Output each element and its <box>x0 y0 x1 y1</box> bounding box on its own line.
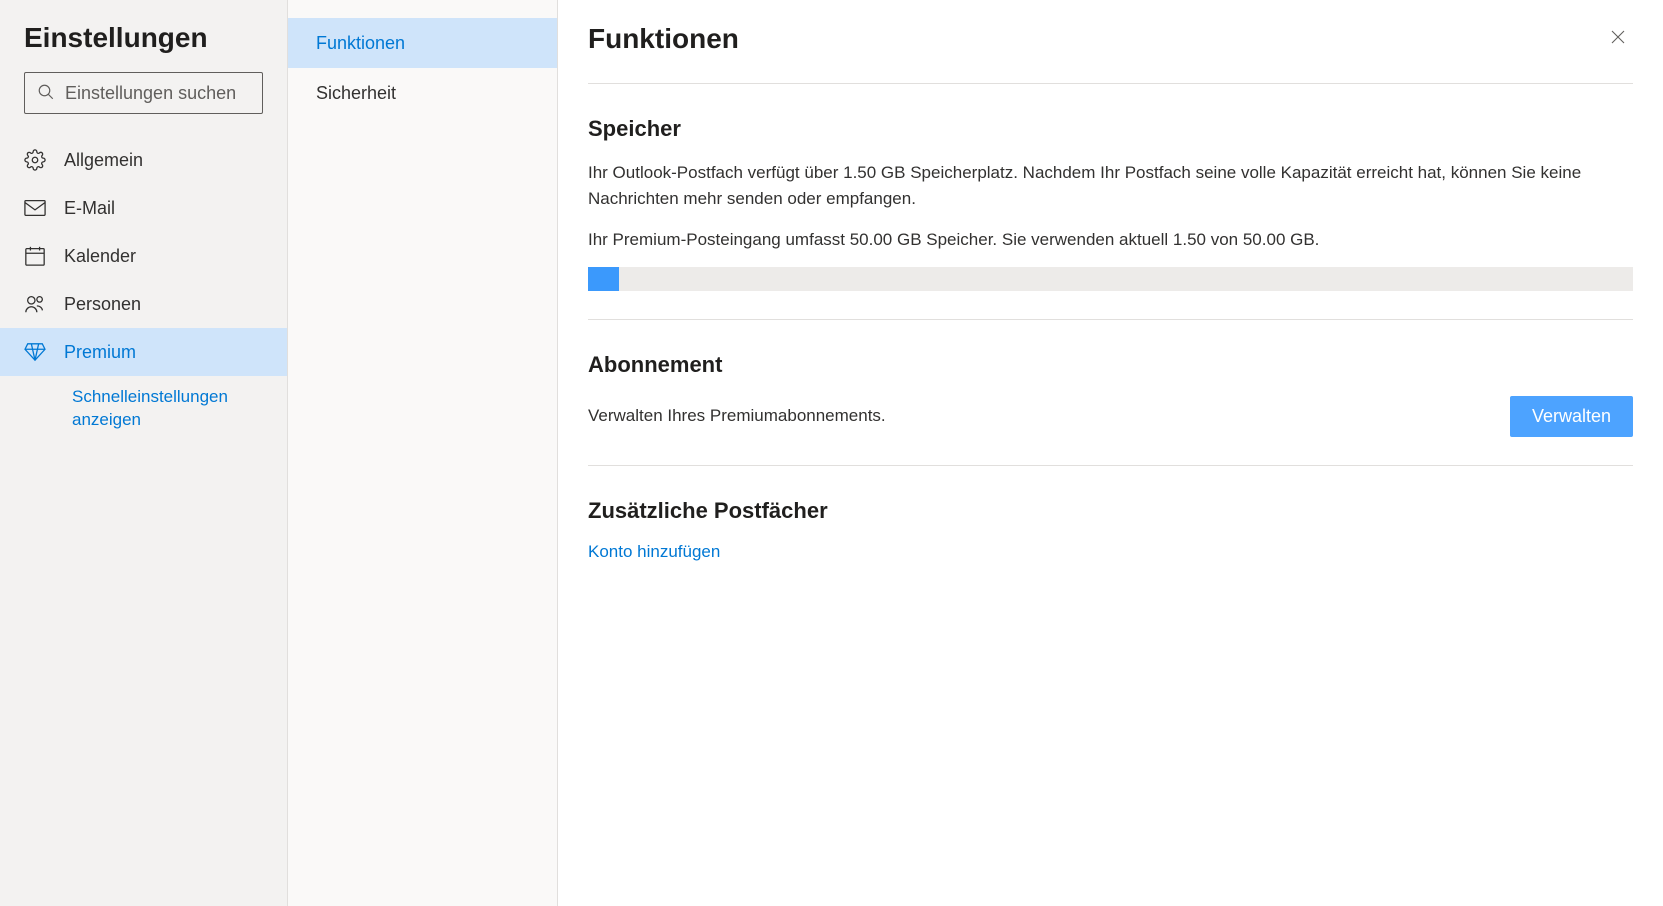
subnav-item-label: Funktionen <box>316 33 405 54</box>
subscription-section: Abonnement Verwalten Ihres Premiumabonne… <box>588 320 1633 466</box>
add-account-link[interactable]: Konto hinzufügen <box>588 542 720 561</box>
search-icon <box>37 83 55 104</box>
sidebar-item-label: E-Mail <box>64 198 115 219</box>
sidebar-item-email[interactable]: E-Mail <box>0 184 287 232</box>
storage-progress-bar <box>588 267 1633 291</box>
diamond-icon <box>24 342 46 362</box>
storage-heading: Speicher <box>588 116 1633 142</box>
people-icon <box>24 293 46 315</box>
subscription-heading: Abonnement <box>588 352 1633 378</box>
sidebar-item-general[interactable]: Allgemein <box>0 136 287 184</box>
subnav-item-security[interactable]: Sicherheit <box>288 68 557 118</box>
storage-progress-fill <box>588 267 619 291</box>
subnav-item-label: Sicherheit <box>316 83 396 104</box>
subnav-item-features[interactable]: Funktionen <box>288 18 557 68</box>
sidebar-title: Einstellungen <box>0 22 287 72</box>
sidebar-item-people[interactable]: Personen <box>0 280 287 328</box>
sidebar-item-calendar[interactable]: Kalender <box>0 232 287 280</box>
close-button[interactable] <box>1603 22 1633 55</box>
manage-subscription-button[interactable]: Verwalten <box>1510 396 1633 437</box>
mailboxes-section: Zusätzliche Postfächer Konto hinzufügen <box>588 466 1633 590</box>
gear-icon <box>24 149 46 171</box>
settings-search[interactable] <box>24 72 263 114</box>
search-input[interactable] <box>65 83 250 104</box>
subscription-text: Verwalten Ihres Premiumabonnements. <box>588 403 886 429</box>
premium-subnav: Funktionen Sicherheit <box>288 0 558 906</box>
storage-section: Speicher Ihr Outlook-Postfach verfügt üb… <box>588 84 1633 320</box>
sidebar-item-label: Kalender <box>64 246 136 267</box>
settings-sidebar: Einstellungen Allgemein <box>0 0 288 906</box>
sidebar-item-label: Premium <box>64 342 136 363</box>
storage-text-2: Ihr Premium-Posteingang umfasst 50.00 GB… <box>588 227 1633 253</box>
main-content: Funktionen Speicher Ihr Outlook-Postfach… <box>558 0 1663 906</box>
calendar-icon <box>24 245 46 267</box>
sidebar-item-premium[interactable]: Premium <box>0 328 287 376</box>
mailboxes-heading: Zusätzliche Postfächer <box>588 498 1633 524</box>
page-title: Funktionen <box>588 23 739 55</box>
storage-text-1: Ihr Outlook-Postfach verfügt über 1.50 G… <box>588 160 1633 213</box>
close-icon <box>1609 28 1627 49</box>
sidebar-item-label: Personen <box>64 294 141 315</box>
mail-icon <box>24 199 46 217</box>
sidebar-item-label: Allgemein <box>64 150 143 171</box>
quick-settings-link[interactable]: Schnelleinstellungen anzeigen <box>0 376 287 432</box>
